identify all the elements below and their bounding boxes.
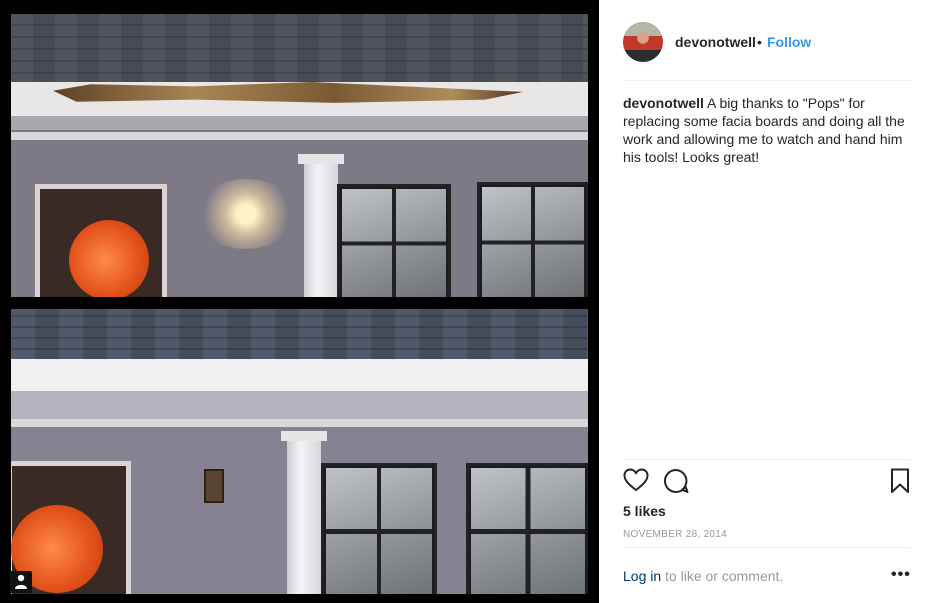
porch-column xyxy=(298,154,344,297)
post-header: devonotwell • Follow xyxy=(599,0,936,80)
soffit xyxy=(11,391,588,419)
fascia-board xyxy=(11,359,588,391)
divider xyxy=(623,547,910,548)
login-link[interactable]: Log in xyxy=(623,568,661,584)
post-image[interactable] xyxy=(0,0,599,603)
username-link[interactable]: devonotwell xyxy=(675,34,756,50)
divider xyxy=(623,80,910,81)
post-sidebar: devonotwell • Follow devonotwell A big t… xyxy=(599,0,936,603)
post-caption: devonotwell A big thanks to "Pops" for r… xyxy=(623,94,911,166)
login-suffix: to like or comment. xyxy=(661,568,784,584)
window xyxy=(321,463,437,594)
avatar[interactable] xyxy=(623,22,663,62)
heart-icon[interactable] xyxy=(623,468,649,497)
divider xyxy=(623,459,910,460)
likes-count[interactable]: 5 likes xyxy=(623,503,666,519)
wall-lamp xyxy=(204,469,224,503)
comment-icon[interactable] xyxy=(663,468,689,499)
post-date: NOVEMBER 28, 2014 xyxy=(623,529,728,540)
photo-after xyxy=(11,309,588,594)
roof xyxy=(11,309,588,361)
more-options-button[interactable]: ••• xyxy=(891,566,911,584)
caption-username[interactable]: devonotwell xyxy=(623,95,704,111)
soffit xyxy=(11,116,588,130)
porch-light xyxy=(196,179,296,249)
separator-dot: • xyxy=(757,34,762,50)
trim xyxy=(11,132,588,140)
follow-button[interactable]: Follow xyxy=(767,34,811,50)
window xyxy=(466,463,588,594)
photo-before xyxy=(11,14,588,297)
action-bar xyxy=(623,468,913,498)
window xyxy=(337,184,451,297)
bookmark-icon[interactable] xyxy=(890,468,910,499)
porch-column xyxy=(281,431,327,594)
roof xyxy=(11,14,588,86)
trim xyxy=(11,419,588,427)
user-tag-icon[interactable] xyxy=(10,571,32,593)
pumpkin-wreath xyxy=(69,220,149,297)
login-prompt: Log in to like or comment. xyxy=(623,568,783,584)
window xyxy=(477,182,588,297)
